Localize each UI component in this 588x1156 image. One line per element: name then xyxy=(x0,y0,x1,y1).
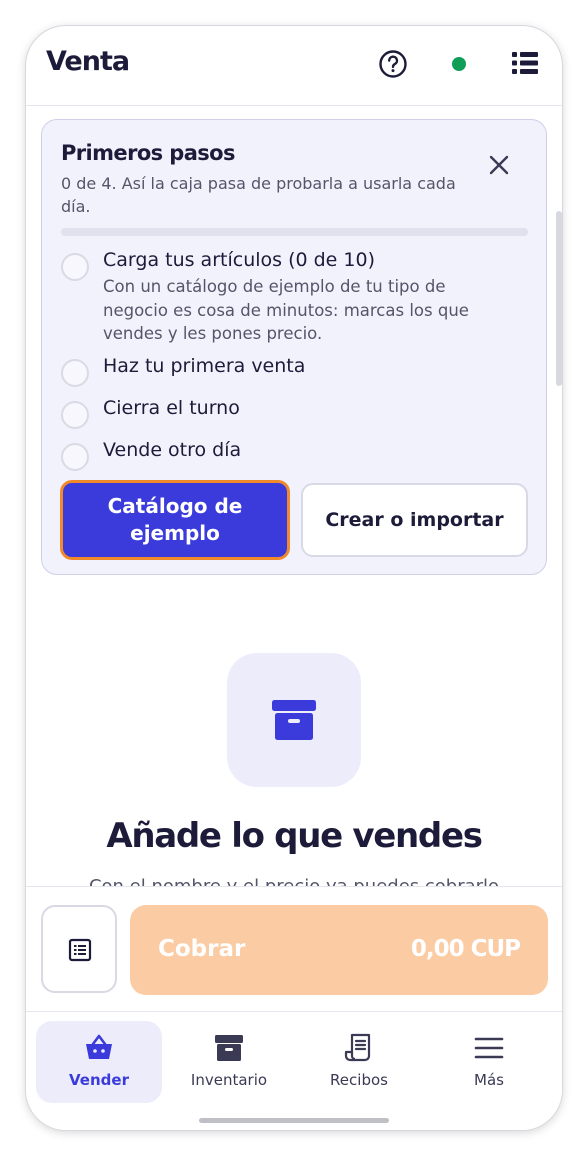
question-circle-icon[interactable] xyxy=(378,49,408,79)
step-load-items[interactable]: Carga tus artículos (0 de 10) Con un cat… xyxy=(61,249,531,345)
page-title: Venta xyxy=(46,46,130,77)
step-title: Vende otro día xyxy=(103,439,242,461)
card-subtitle: 0 de 4. Así la caja pasa de probarla a u… xyxy=(61,174,456,216)
receipt-icon xyxy=(344,1033,371,1062)
basket-icon xyxy=(86,1034,112,1059)
menu-icon xyxy=(474,1037,504,1059)
nav-label: Recibos xyxy=(330,1071,388,1089)
step-sell-another-day[interactable]: Vende otro día xyxy=(61,439,531,471)
step-checkbox[interactable] xyxy=(61,401,89,429)
list-icon[interactable] xyxy=(512,52,538,74)
step-title: Cierra el turno xyxy=(103,397,240,419)
nav-label: Vender xyxy=(69,1071,129,1089)
nav-item-vender[interactable]: Vender xyxy=(36,1021,162,1103)
sample-catalog-button[interactable]: Catálogo de ejemplo xyxy=(60,480,290,560)
close-icon[interactable] xyxy=(488,154,510,176)
step-checkbox[interactable] xyxy=(61,253,89,281)
nav-item-recibos[interactable]: Recibos xyxy=(296,1021,422,1103)
getting-started-card: Primeros pasos 0 de 4. Así la caja pasa … xyxy=(41,119,547,575)
step-close-shift[interactable]: Cierra el turno xyxy=(61,397,531,429)
phone-screen: Venta Primeros pasos 0 de 4. Así la caja… xyxy=(26,26,562,1130)
charge-amount: 0,00 CUP xyxy=(410,936,521,962)
ticket-button[interactable] xyxy=(41,905,117,993)
nav-label: Más xyxy=(474,1071,504,1089)
archive-icon xyxy=(215,1035,243,1061)
app-header: Venta xyxy=(26,26,562,106)
scrollbar[interactable] xyxy=(556,211,562,386)
charge-label: Cobrar xyxy=(158,936,246,962)
nav-item-inventario[interactable]: Inventario xyxy=(166,1021,292,1103)
charge-button[interactable]: Cobrar 0,00 CUP xyxy=(130,905,548,995)
card-title: Primeros pasos xyxy=(61,141,236,165)
checkout-bar: Cobrar 0,00 CUP xyxy=(26,886,562,1012)
step-description: Con un catálogo de ejemplo de tu tipo de… xyxy=(103,277,469,343)
status-dot xyxy=(452,57,466,71)
bottom-nav: Vender Inventario Recibos Más xyxy=(26,1013,562,1130)
empty-state-icon-box xyxy=(227,653,361,787)
step-checkbox[interactable] xyxy=(61,359,89,387)
step-checkbox[interactable] xyxy=(61,443,89,471)
progress-bar xyxy=(61,228,528,236)
nav-label: Inventario xyxy=(190,1071,268,1089)
ticket-list-icon xyxy=(68,938,92,962)
create-or-import-button[interactable]: Crear o importar xyxy=(301,483,528,557)
home-indicator xyxy=(199,1118,389,1123)
step-title: Haz tu primera venta xyxy=(103,355,306,377)
nav-item-mas[interactable]: Más xyxy=(426,1021,552,1103)
step-first-sale[interactable]: Haz tu primera venta xyxy=(61,355,531,387)
empty-state-title: Añade lo que vendes xyxy=(106,816,483,856)
archive-box-icon xyxy=(272,700,316,740)
step-title: Carga tus artículos (0 de 10) xyxy=(103,249,375,271)
